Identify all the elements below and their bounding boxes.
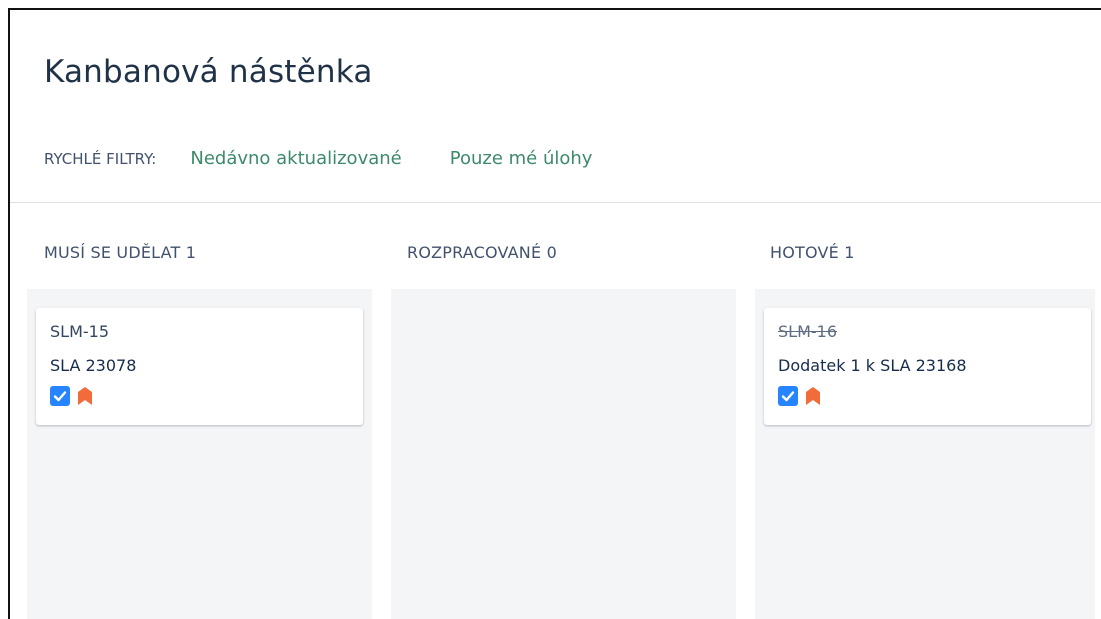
issue-key[interactable]: SLM-15 [50,322,109,341]
issue-card-slm-16[interactable]: SLM-16 Dodatek 1 k SLA 23168 [764,308,1091,425]
column-header-to-do: MUSÍ SE UDĚLAT 1 [44,243,197,262]
priority-high-icon [76,386,94,406]
kanban-board: Kanbanová nástěnka RYCHLÉ FILTRY: Nedávn… [8,8,1101,619]
column-to-do[interactable]: SLM-15 SLA 23078 [27,289,372,619]
issue-card-slm-15[interactable]: SLM-15 SLA 23078 [36,308,363,425]
task-check-icon [778,386,798,406]
quick-filters: RYCHLÉ FILTRY: Nedávno aktualizované Pou… [44,148,640,169]
filter-only-my-issues[interactable]: Pouze mé úlohy [450,148,593,169]
header-divider [10,202,1101,203]
task-check-icon [50,386,70,406]
issue-summary: Dodatek 1 k SLA 23168 [778,356,967,375]
issue-key[interactable]: SLM-16 [778,322,837,341]
quick-filters-label: RYCHLÉ FILTRY: [44,149,157,168]
priority-high-icon [804,386,822,406]
column-header-in-progress: ROZPRACOVANÉ 0 [407,243,557,262]
issue-icons [778,386,822,406]
column-header-done: HOTOVÉ 1 [770,243,855,262]
column-done[interactable]: SLM-16 Dodatek 1 k SLA 23168 [755,289,1095,619]
issue-summary: SLA 23078 [50,356,137,375]
filter-recently-updated[interactable]: Nedávno aktualizované [190,148,401,169]
issue-icons [50,386,94,406]
page-title: Kanbanová nástěnka [44,54,373,90]
column-in-progress[interactable] [391,289,736,619]
